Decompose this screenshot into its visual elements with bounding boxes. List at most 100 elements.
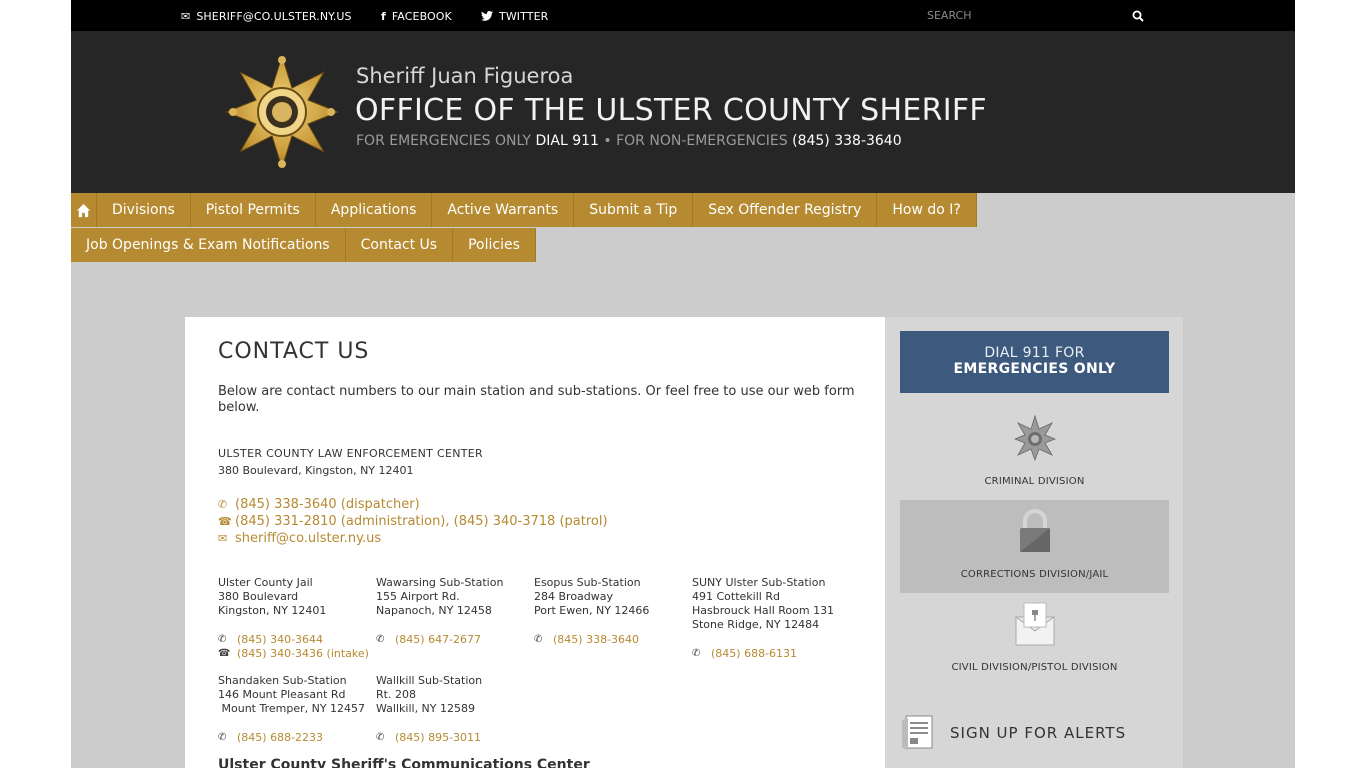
nonemergency-number: (845) 338-3640 (792, 133, 902, 149)
station-phone[interactable]: ✆ (845) 688-2233 (218, 731, 323, 744)
station-shandaken: Shandaken Sub-Station 146 Mount Pleasant… (218, 674, 365, 716)
station-esopus: Esopus Sub-Station 284 Broadway Port Ewe… (534, 576, 649, 618)
nav-pistol-permits[interactable]: Pistol Permits (190, 193, 316, 227)
emergency-prefix: FOR EMERGENCIES ONLY (356, 133, 531, 149)
sign-up-alerts-link[interactable]: SIGN UP FOR ALERTS (950, 724, 1126, 742)
email-link[interactable]: ✉ SHERIFF@CO.ULSTER.NY.US (181, 9, 352, 23)
alerts-form-icon (902, 715, 933, 750)
station-name: Wallkill Sub-Station (376, 674, 483, 687)
nav-row-1: Divisions Pistol Permits Applications Ac… (71, 193, 977, 227)
nav-divisions[interactable]: Divisions (97, 193, 191, 227)
emergency-number: DIAL 911 (535, 133, 599, 149)
twitter-icon (481, 11, 493, 21)
station-ulster-jail: Ulster County Jail 380 Boulevard Kingsto… (218, 576, 326, 618)
search-button[interactable] (1129, 7, 1147, 25)
station-phone-number[interactable]: (845) 340-3644 (237, 633, 323, 646)
page: ✉ SHERIFF@CO.ULSTER.NY.US f FACEBOOK TWI… (71, 0, 1295, 768)
station-address: 146 Mount Pleasant Rd (218, 688, 346, 701)
station-name: Shandaken Sub-Station (218, 674, 347, 687)
nav-active-warrants[interactable]: Active Warrants (432, 193, 575, 227)
nav-row-2: Job Openings & Exam Notifications Contac… (71, 228, 536, 262)
top-bar: ✉ SHERIFF@CO.ULSTER.NY.US f FACEBOOK TWI… (71, 0, 1295, 31)
station-wawarsing: Wawarsing Sub-Station 155 Airport Rd. Na… (376, 576, 503, 618)
admin-patrol-line[interactable]: ☎ (845) 331-2810 (administration), (845)… (218, 514, 608, 529)
nav-applications[interactable]: Applications (315, 193, 433, 227)
station-name: Esopus Sub-Station (534, 576, 641, 589)
station-phone-number[interactable]: (845) 688-6131 (711, 647, 797, 660)
station-phone-number[interactable]: (845) 338-3640 (553, 633, 639, 646)
intro-text: Below are contact numbers to our main st… (218, 384, 855, 415)
dial-911-banner[interactable]: DIAL 911 FOR EMERGENCIES ONLY (900, 331, 1169, 393)
search-input[interactable] (927, 6, 1123, 25)
desk-phone-icon: ☎ (218, 515, 232, 528)
civil-division-tile[interactable]: CIVIL DIVISION/PISTOL DIVISION (900, 593, 1169, 686)
station-name: Ulster County Jail (218, 576, 313, 589)
station-address: 380 Boulevard (218, 590, 299, 603)
phone-icon: ✆ (534, 634, 543, 645)
main-content: CONTACT US Below are contact numbers to … (185, 317, 885, 768)
station-address: Rt. 208 (376, 688, 416, 701)
station-phone[interactable]: ✆ (845) 688-6131 (692, 647, 797, 660)
phone-icon: ✆ (376, 732, 385, 743)
station-phone-number[interactable]: (845) 688-2233 (237, 731, 323, 744)
station-address: 155 Airport Rd. (376, 590, 460, 603)
sheriff-star-badge-logo[interactable] (224, 54, 340, 170)
twitter-link-label: TWITTER (499, 9, 549, 23)
comm-center-heading: Ulster County Sheriff's Communications C… (218, 757, 590, 768)
station-phone-number[interactable]: (845) 647-2677 (395, 633, 481, 646)
phone-icon: ✆ (218, 498, 228, 511)
phone-icon: ✆ (218, 732, 227, 743)
nonemergency-prefix: FOR NON-EMERGENCIES (616, 133, 788, 149)
padlock-icon (1020, 509, 1050, 552)
division-label: CORRECTIONS DIVISION/JAIL (960, 569, 1109, 580)
corrections-division-tile[interactable]: CORRECTIONS DIVISION/JAIL (900, 500, 1169, 593)
station-name: SUNY Ulster Sub-Station (692, 576, 826, 589)
nav-policies[interactable]: Policies (453, 228, 536, 262)
facebook-link[interactable]: f FACEBOOK (381, 9, 452, 23)
station-phone[interactable]: ✆ (845) 340-3644 (218, 633, 323, 646)
phone-icon: ✆ (376, 634, 385, 645)
station-phone-intake[interactable]: ☎ (845) 340-3436 (intake) (218, 647, 369, 660)
station-phone[interactable]: ✆ (845) 895-3011 (376, 731, 481, 744)
station-address: Stone Ridge, NY 12484 (692, 618, 820, 631)
twitter-link[interactable]: TWITTER (481, 9, 548, 23)
nav-contact-us[interactable]: Contact Us (345, 228, 454, 262)
page-title: CONTACT US (218, 339, 370, 364)
dispatcher-number[interactable]: (845) 338-3640 (dispatcher) (235, 497, 420, 512)
station-address: 284 Broadway (534, 590, 614, 603)
station-address: Port Ewen, NY 12466 (534, 604, 650, 617)
emergency-line: FOR EMERGENCIES ONLY DIAL 911 • FOR NON-… (356, 133, 902, 149)
dispatcher-line[interactable]: ✆ (845) 338-3640 (dispatcher) (218, 497, 420, 512)
station-phone[interactable]: ✆ (845) 338-3640 (534, 633, 639, 646)
facebook-link-label: FACEBOOK (391, 9, 452, 23)
search-icon (1132, 10, 1144, 22)
criminal-division-tile[interactable]: CRIMINAL DIVISION (900, 407, 1169, 500)
station-address: Kingston, NY 12401 (218, 604, 327, 617)
nav-how-do-i[interactable]: How do I? (877, 193, 977, 227)
desk-phone-icon: ☎ (218, 648, 231, 659)
site-header: Sheriff Juan Figueroa OFFICE OF THE ULST… (71, 31, 1295, 193)
facebook-icon: f (381, 9, 386, 23)
station-phone-number[interactable]: (845) 895-3011 (395, 731, 481, 744)
station-phone[interactable]: ✆ (845) 647-2677 (376, 633, 481, 646)
division-label: CRIMINAL DIVISION (984, 476, 1085, 487)
email-address[interactable]: sheriff@co.ulster.ny.us (235, 531, 381, 546)
division-label: CIVIL DIVISION/PISTOL DIVISION (951, 662, 1118, 673)
nav-home[interactable] (71, 193, 97, 227)
station-phone-number[interactable]: (845) 340-3436 (intake) (237, 647, 369, 660)
site-title[interactable]: OFFICE OF THE ULSTER COUNTY SHERIFF (355, 93, 987, 128)
envelope-icon: ✉ (218, 532, 228, 545)
star-badge-icon (1014, 415, 1056, 461)
envelope-pin-icon (1014, 602, 1056, 646)
main-nav: Divisions Pistol Permits Applications Ac… (71, 193, 1295, 262)
station-address: 491 Cottekill Rd (692, 590, 780, 603)
lec-name: ULSTER COUNTY LAW ENFORCEMENT CENTER (218, 447, 483, 460)
envelope-icon: ✉ (181, 9, 191, 23)
nav-job-openings[interactable]: Job Openings & Exam Notifications (71, 228, 346, 262)
nav-sex-offender-registry[interactable]: Sex Offender Registry (693, 193, 878, 227)
email-line[interactable]: ✉ sheriff@co.ulster.ny.us (218, 531, 381, 546)
nav-submit-tip[interactable]: Submit a Tip (574, 193, 694, 227)
admin-patrol-numbers[interactable]: (845) 331-2810 (administration), (845) 3… (235, 514, 608, 529)
station-address: Napanoch, NY 12458 (376, 604, 492, 617)
station-wallkill: Wallkill Sub-Station Rt. 208 Wallkill, N… (376, 674, 482, 716)
